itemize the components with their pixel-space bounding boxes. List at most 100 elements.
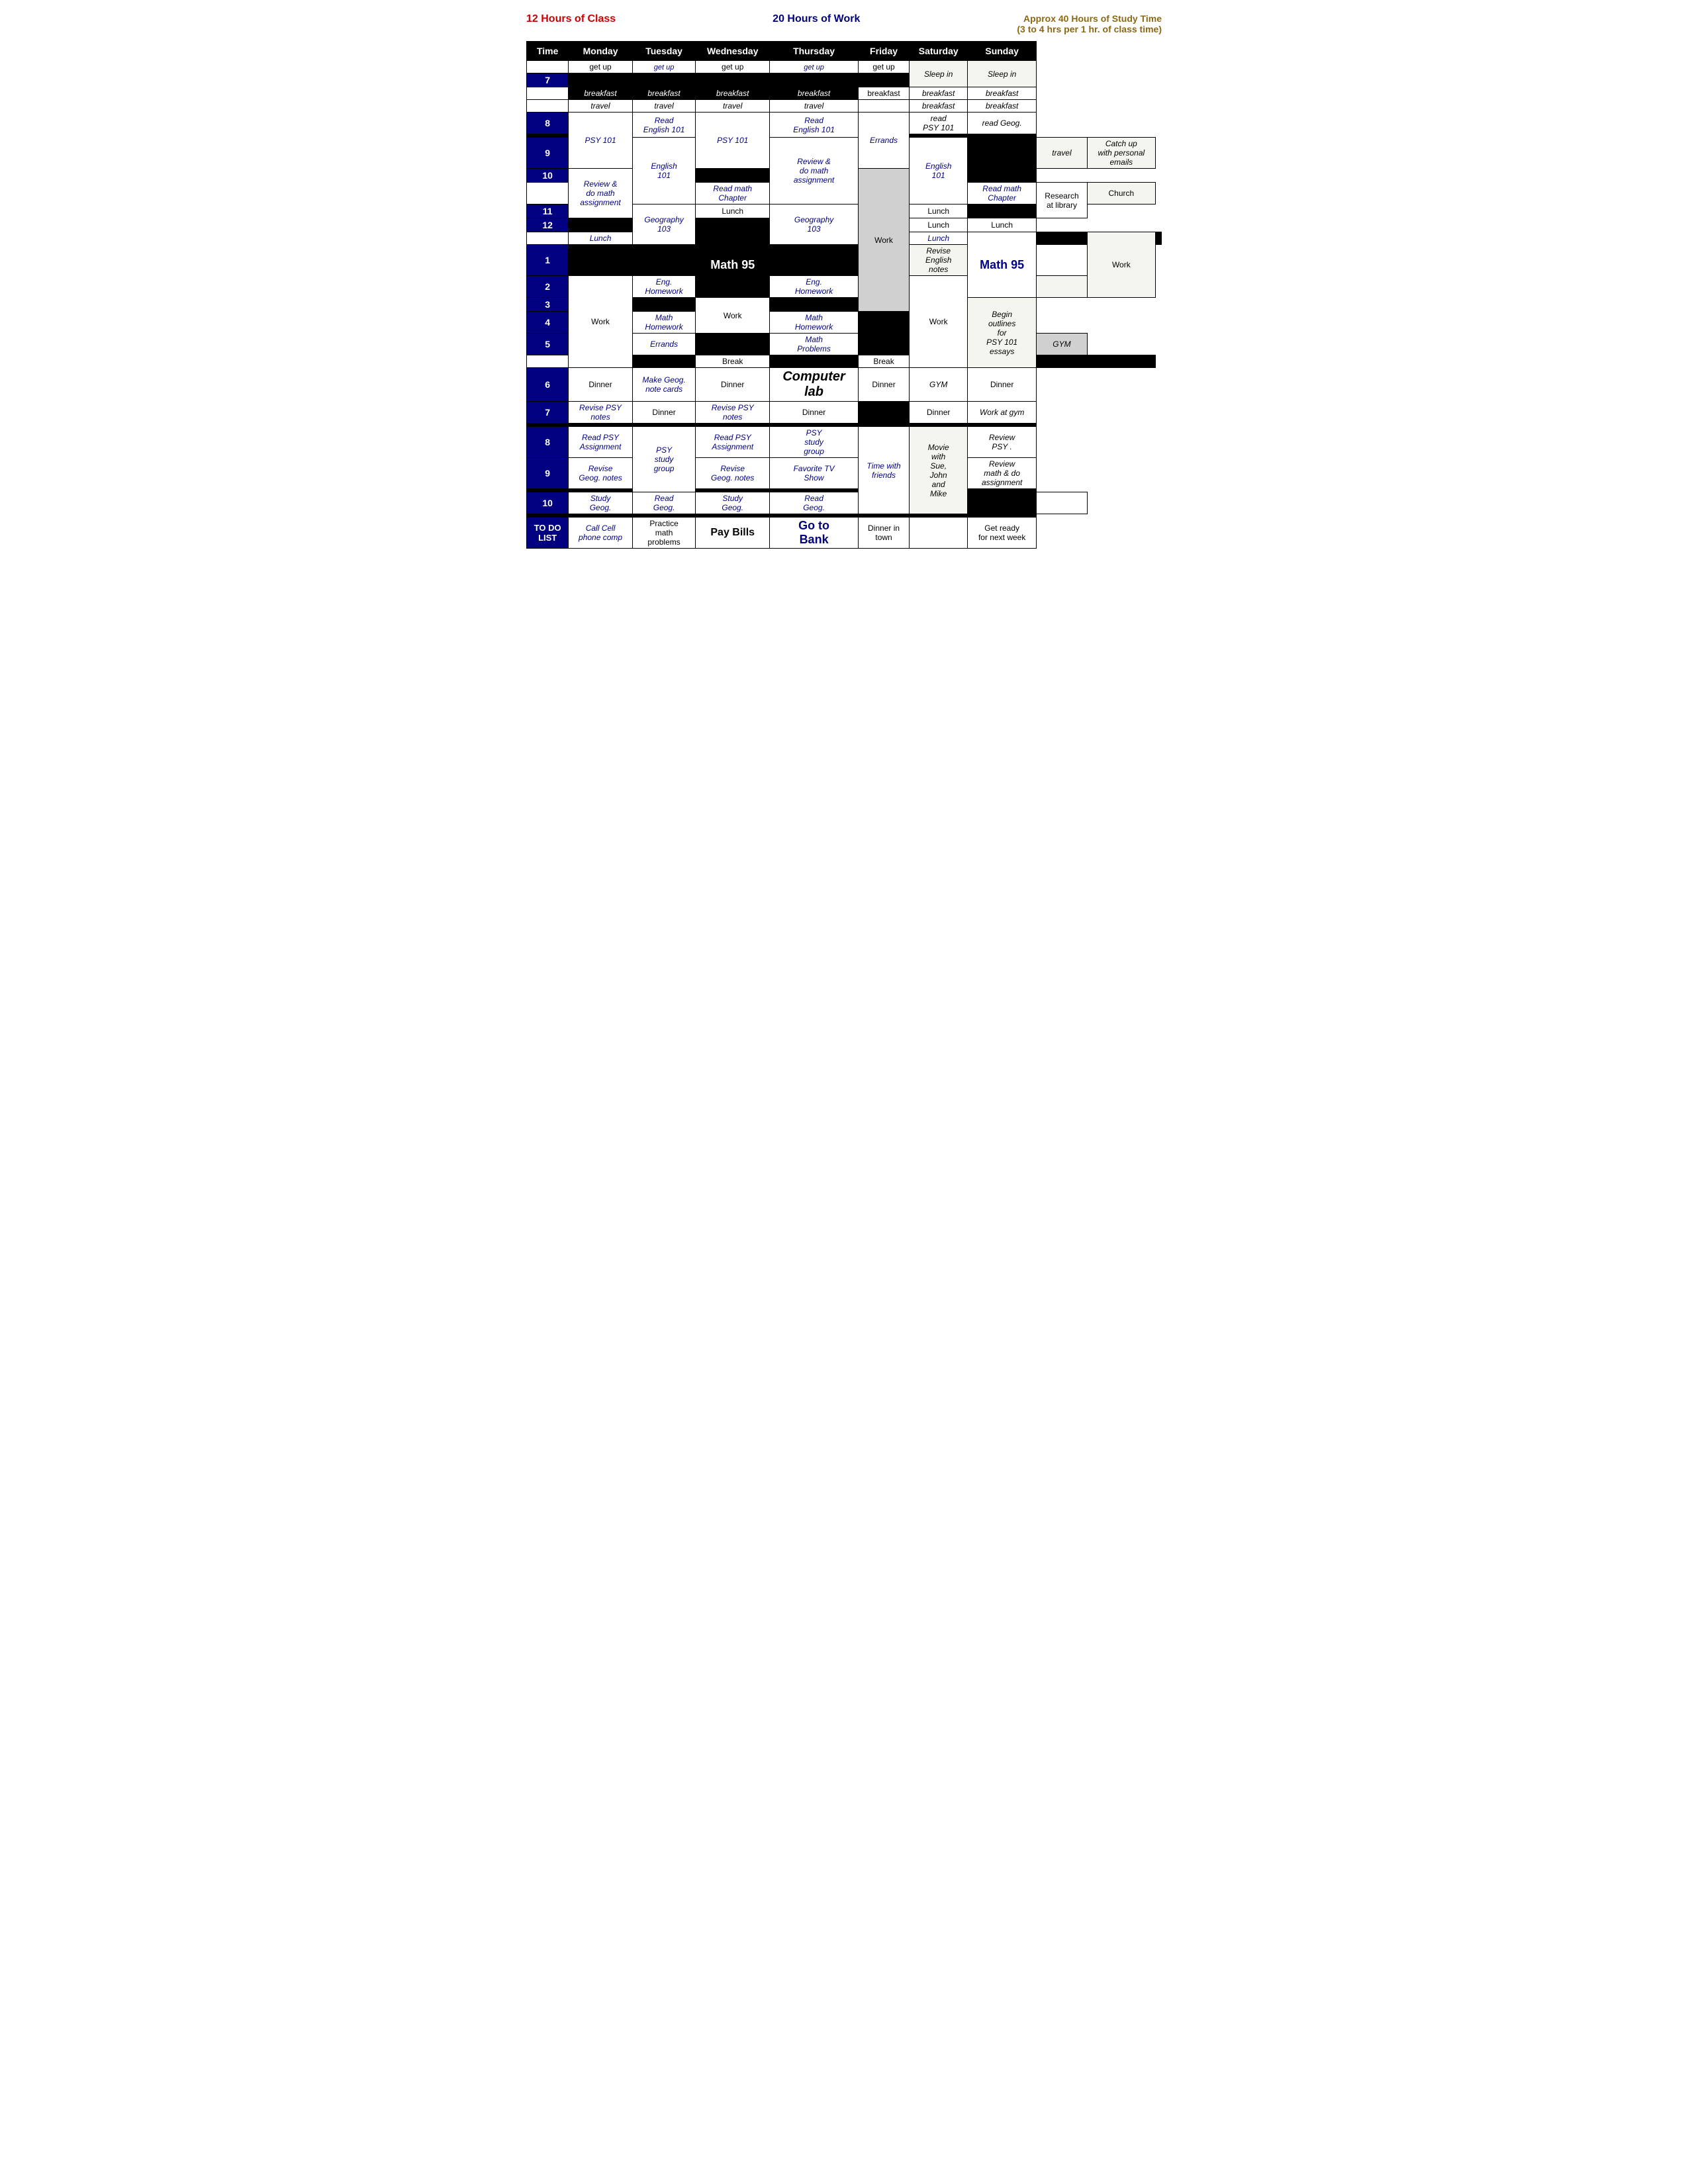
cell — [632, 355, 696, 368]
cell — [1036, 276, 1087, 298]
cell: Dinner — [569, 368, 632, 402]
cell: Go toBank — [770, 518, 859, 549]
time-cell: 12 — [527, 218, 569, 232]
cell — [569, 73, 632, 87]
time-cell — [527, 61, 569, 73]
header-right: Approx 40 Hours of Study Time(3 to 4 hrs… — [1017, 13, 1162, 34]
cell: Math 95 — [968, 232, 1037, 298]
todo-cell: TO DOLIST — [527, 518, 569, 549]
cell: Sleep in — [968, 61, 1037, 87]
cell: Revise PSYnotes — [696, 402, 770, 424]
cell: breakfast — [968, 100, 1037, 113]
cell: ReviseGeog. notes — [569, 458, 632, 489]
schedule-table: Time Monday Tuesday Wednesday Thursday F… — [526, 41, 1162, 549]
time-cell: 1 — [527, 245, 569, 276]
cell: Dinner — [632, 402, 696, 424]
cell — [968, 138, 1037, 169]
cell: GYM — [910, 368, 968, 402]
cell — [696, 169, 770, 183]
cell: English101 — [910, 138, 968, 205]
col-time: Time — [527, 42, 569, 61]
cell: ReadEnglish 101 — [770, 113, 859, 138]
time-cell: 5 — [527, 334, 569, 355]
table-row: 7 — [527, 73, 1162, 87]
col-friday: Friday — [859, 42, 910, 61]
header-center: 20 Hours of Work — [773, 13, 860, 34]
cell: Work — [859, 169, 910, 312]
cell: breakfast — [770, 87, 859, 100]
cell: MathHomework — [632, 312, 696, 334]
cell: Dinner intown — [859, 518, 910, 549]
cell: Researchat library — [1036, 183, 1087, 218]
cell: PSY 101 — [696, 113, 770, 169]
table-row: 9 ReviseGeog. notes ReviseGeog. notes Fa… — [527, 458, 1162, 489]
cell: ReadGeog. — [770, 492, 859, 514]
cell: Read mathChapter — [696, 183, 770, 205]
cell: StudyGeog. — [696, 492, 770, 514]
cell: Time withfriends — [859, 427, 910, 514]
cell — [859, 312, 910, 334]
time-cell — [527, 232, 569, 245]
cell: readPSY 101 — [910, 113, 968, 134]
page-header: 12 Hours of Class 20 Hours of Work Appro… — [526, 13, 1162, 34]
time-cell: 10 — [527, 492, 569, 514]
cell: GYM — [1036, 334, 1087, 355]
cell: PSYstudygroup — [770, 427, 859, 458]
cell: Dinner — [968, 368, 1037, 402]
time-cell: 4 — [527, 312, 569, 334]
cell: Eng.Homework — [632, 276, 696, 298]
table-row: TO DOLIST Call Cellphone comp Practicema… — [527, 518, 1162, 549]
cell — [968, 205, 1037, 218]
cell: Revise PSYnotes — [569, 402, 632, 424]
cell: Errands — [859, 113, 910, 169]
cell — [1036, 355, 1087, 368]
cell: get up — [859, 61, 910, 73]
cell: PSY 101 — [569, 113, 632, 169]
col-saturday: Saturday — [910, 42, 968, 61]
cell: Geography103 — [632, 205, 696, 245]
cell: read Geog. — [968, 113, 1037, 134]
cell: ReadGeog. — [632, 492, 696, 514]
cell: StudyGeog. — [569, 492, 632, 514]
cell — [968, 169, 1037, 183]
table-row: breakfast breakfast breakfast breakfast … — [527, 87, 1162, 100]
cell: Read PSYAssignment — [696, 427, 770, 458]
cell — [859, 100, 910, 113]
cell: breakfast — [910, 100, 968, 113]
cell: breakfast — [569, 87, 632, 100]
cell — [968, 492, 1037, 514]
cell: BeginoutlinesforPSY 101essays — [968, 298, 1037, 368]
cell — [1088, 355, 1156, 368]
cell: travel — [1036, 138, 1087, 169]
cell: ReadEnglish 101 — [632, 113, 696, 138]
cell: ReviewPSY . — [968, 427, 1037, 458]
cell: ReviseGeog. notes — [696, 458, 770, 489]
cell — [632, 73, 696, 87]
cell: English101 — [632, 138, 696, 205]
col-tuesday: Tuesday — [632, 42, 696, 61]
cell: get up — [696, 61, 770, 73]
table-row: 6 Dinner Make Geog.note cards Dinner Com… — [527, 368, 1162, 402]
cell: Dinner — [696, 368, 770, 402]
cell — [696, 73, 770, 87]
cell: MathHomework — [770, 312, 859, 334]
cell — [632, 298, 696, 312]
cell — [696, 218, 770, 232]
cell: Get readyfor next week — [968, 518, 1037, 549]
cell: Work at gym — [968, 402, 1037, 424]
cell: Work — [696, 298, 770, 334]
cell: Make Geog.note cards — [632, 368, 696, 402]
cell: get up — [632, 61, 696, 73]
cell: ReviseEnglishnotes — [910, 245, 968, 276]
cell — [569, 218, 632, 232]
time-cell: 6 — [527, 368, 569, 402]
table-row: get up get up get up get up get up Sleep… — [527, 61, 1162, 73]
cell — [696, 334, 770, 355]
cell: Sleep in — [910, 61, 968, 87]
cell: Read PSYAssignment — [569, 427, 632, 458]
cell: Dinner — [859, 368, 910, 402]
cell: Reviewmath & doassignment — [968, 458, 1037, 489]
time-cell: 8 — [527, 427, 569, 458]
col-wednesday: Wednesday — [696, 42, 770, 61]
cell: Eng.Homework — [770, 276, 859, 298]
